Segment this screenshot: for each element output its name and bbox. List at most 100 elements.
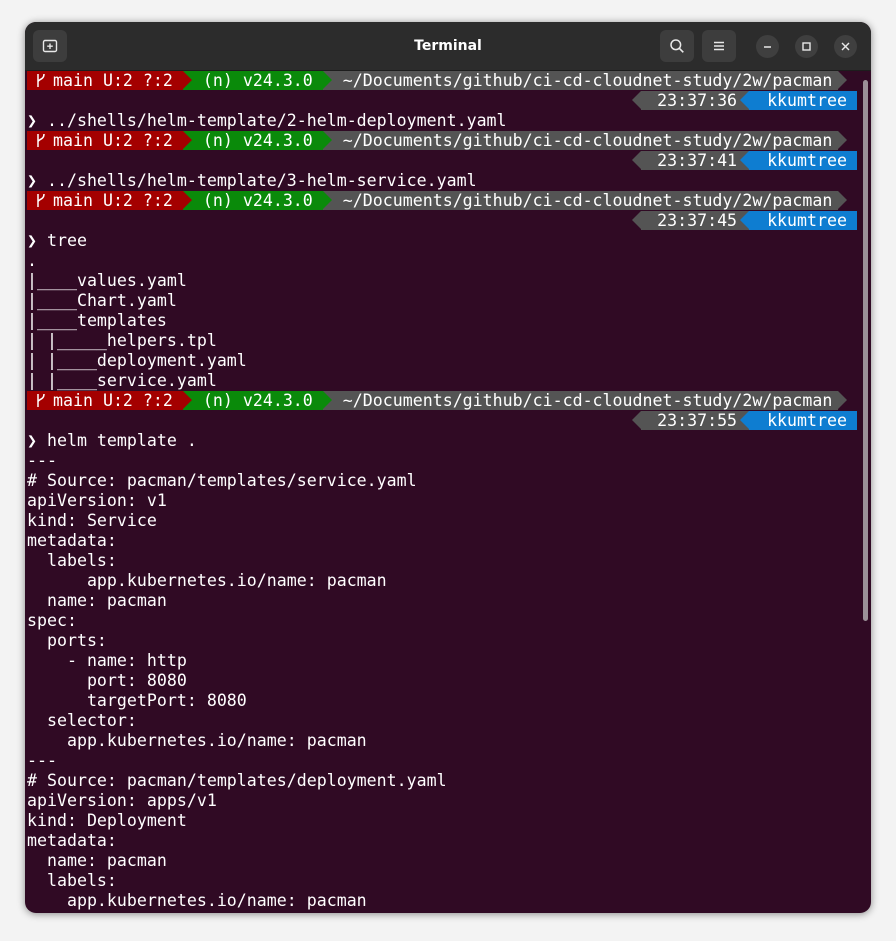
git-status-text: main U:2 ?:2 <box>53 391 173 410</box>
segment-separator <box>632 91 642 109</box>
time-segment: 23:37:41 <box>632 151 750 170</box>
segment-separator <box>322 71 332 89</box>
prompt-time-line: 23:37:55 kkumtree <box>25 411 859 431</box>
output-line: |____templates <box>27 311 167 330</box>
time-segment: 23:37:36 <box>632 91 750 110</box>
minimize-icon <box>764 46 771 48</box>
path-segment: ~/Documents/github/ci-cd-cloudnet-study/… <box>322 391 848 410</box>
path-text: ~/Documents/github/ci-cd-cloudnet-study/… <box>342 71 833 90</box>
prompt-right-segments: 23:37:55 kkumtree <box>632 411 857 430</box>
output-line: targetPort: 8080 <box>27 691 247 710</box>
output-line: --- <box>27 451 57 470</box>
git-status-segment: main U:2 ?:2 <box>27 391 192 410</box>
prompt-right-segments: 23:37:36 kkumtree <box>632 91 857 110</box>
output-line: metadata: <box>27 831 117 850</box>
minimize-button[interactable] <box>756 35 779 58</box>
segment-separator <box>740 411 750 429</box>
time-segment: 23:37:45 <box>632 211 750 230</box>
output-line: | |_____helpers.tpl <box>27 331 217 350</box>
command-text: helm template . <box>46 431 197 450</box>
output-line: labels: <box>27 871 117 890</box>
segment-separator <box>182 391 192 409</box>
output-line: port: 8080 <box>27 671 187 690</box>
segment-separator <box>632 151 642 169</box>
path-text: ~/Documents/github/ci-cd-cloudnet-study/… <box>342 131 833 150</box>
user-text: kkumtree <box>767 91 847 110</box>
search-icon <box>670 39 684 53</box>
node-version-text: (n) v24.3.0 <box>202 71 313 90</box>
command-line: ❯ ../shells/helm-template/3-helm-service… <box>25 171 859 191</box>
output-line: kind: Service <box>27 511 157 530</box>
close-button[interactable] <box>834 35 857 58</box>
user-text: kkumtree <box>767 211 847 230</box>
prompt-char: ❯ <box>27 231 47 250</box>
output-line: . <box>27 251 37 270</box>
output-line: name: pacman <box>27 591 167 610</box>
path-text: ~/Documents/github/ci-cd-cloudnet-study/… <box>342 191 833 210</box>
path-segment: ~/Documents/github/ci-cd-cloudnet-study/… <box>322 71 848 90</box>
command-text: ../shells/helm-template/2-helm-deploymen… <box>46 111 507 130</box>
output-line: app.kubernetes.io/name: pacman <box>27 571 387 590</box>
command-text: ../shells/helm-template/3-helm-service.y… <box>46 171 477 190</box>
segment-separator <box>632 211 642 229</box>
prompt-time-line: 23:37:41 kkumtree <box>25 151 859 171</box>
segment-separator <box>322 391 332 409</box>
git-status-segment: main U:2 ?:2 <box>27 191 192 210</box>
prompt-char: ❯ <box>27 171 47 190</box>
segment-separator <box>838 71 848 89</box>
hamburger-menu-icon <box>714 41 724 51</box>
menu-button[interactable] <box>702 30 736 62</box>
git-status-segment: main U:2 ?:2 <box>27 131 192 150</box>
terminal-output[interactable]: main U:2 ?:2 (n) v24.3.0 ~/Documents/githu… <box>25 71 859 913</box>
command-line: ❯ ../shells/helm-template/2-helm-deploym… <box>25 111 859 131</box>
user-text: kkumtree <box>767 151 847 170</box>
command-line: ❯ tree <box>25 231 859 251</box>
output-line: # Source: pacman/templates/deployment.ya… <box>27 771 447 790</box>
prompt-status-line: main U:2 ?:2 (n) v24.3.0 ~/Documents/githu… <box>25 131 859 151</box>
git-status-text: main U:2 ?:2 <box>53 131 173 150</box>
git-branch-icon <box>37 133 45 147</box>
time-segment: 23:37:55 <box>632 411 750 430</box>
prompt-right-segments: 23:37:45 kkumtree <box>632 211 857 230</box>
path-segment: ~/Documents/github/ci-cd-cloudnet-study/… <box>322 131 848 150</box>
user-segment: kkumtree <box>740 211 857 230</box>
node-version-segment: (n) v24.3.0 <box>182 191 332 210</box>
output-line: - name: http <box>27 651 187 670</box>
output-line: |____values.yaml <box>27 271 187 290</box>
node-version-text: (n) v24.3.0 <box>202 131 313 150</box>
segment-separator <box>838 391 848 409</box>
node-version-segment: (n) v24.3.0 <box>182 391 332 410</box>
time-text: 23:37:36 <box>657 91 738 110</box>
output-line: name: pacman <box>27 851 167 870</box>
prompt-status-line: main U:2 ?:2 (n) v24.3.0 ~/Documents/githu… <box>25 391 859 411</box>
user-segment: kkumtree <box>740 91 857 110</box>
output-line: kind: Deployment <box>27 811 187 830</box>
prompt-status-line: main U:2 ?:2 (n) v24.3.0 ~/Documents/githu… <box>25 71 859 91</box>
prompt-char: ❯ <box>27 111 47 130</box>
prompt-time-line: 23:37:45 kkumtree <box>25 211 859 231</box>
output-line: --- <box>27 751 57 770</box>
output-line: # Source: pacman/templates/service.yaml <box>27 471 417 490</box>
segment-separator <box>182 131 192 149</box>
output-line: apiVersion: apps/v1 <box>27 791 217 810</box>
title-bar[interactable]: Terminal <box>25 22 871 71</box>
segment-separator <box>838 191 848 209</box>
maximize-button[interactable] <box>795 35 818 58</box>
time-text: 23:37:45 <box>657 211 738 230</box>
segment-separator <box>182 71 192 89</box>
git-branch-icon <box>37 393 45 407</box>
output-line: apiVersion: v1 <box>27 491 167 510</box>
git-branch-icon <box>37 73 45 87</box>
segment-separator <box>322 191 332 209</box>
git-status-text: main U:2 ?:2 <box>53 191 173 210</box>
segment-separator <box>182 191 192 209</box>
git-status-text: main U:2 ?:2 <box>53 71 173 90</box>
scrollbar[interactable] <box>863 80 868 621</box>
command-text: tree <box>46 231 87 250</box>
output-line: labels: <box>27 551 117 570</box>
output-line: selector: <box>27 711 137 730</box>
segment-separator <box>322 131 332 149</box>
search-button[interactable] <box>660 30 694 62</box>
output-line: ports: <box>27 631 107 650</box>
user-segment: kkumtree <box>740 411 857 430</box>
